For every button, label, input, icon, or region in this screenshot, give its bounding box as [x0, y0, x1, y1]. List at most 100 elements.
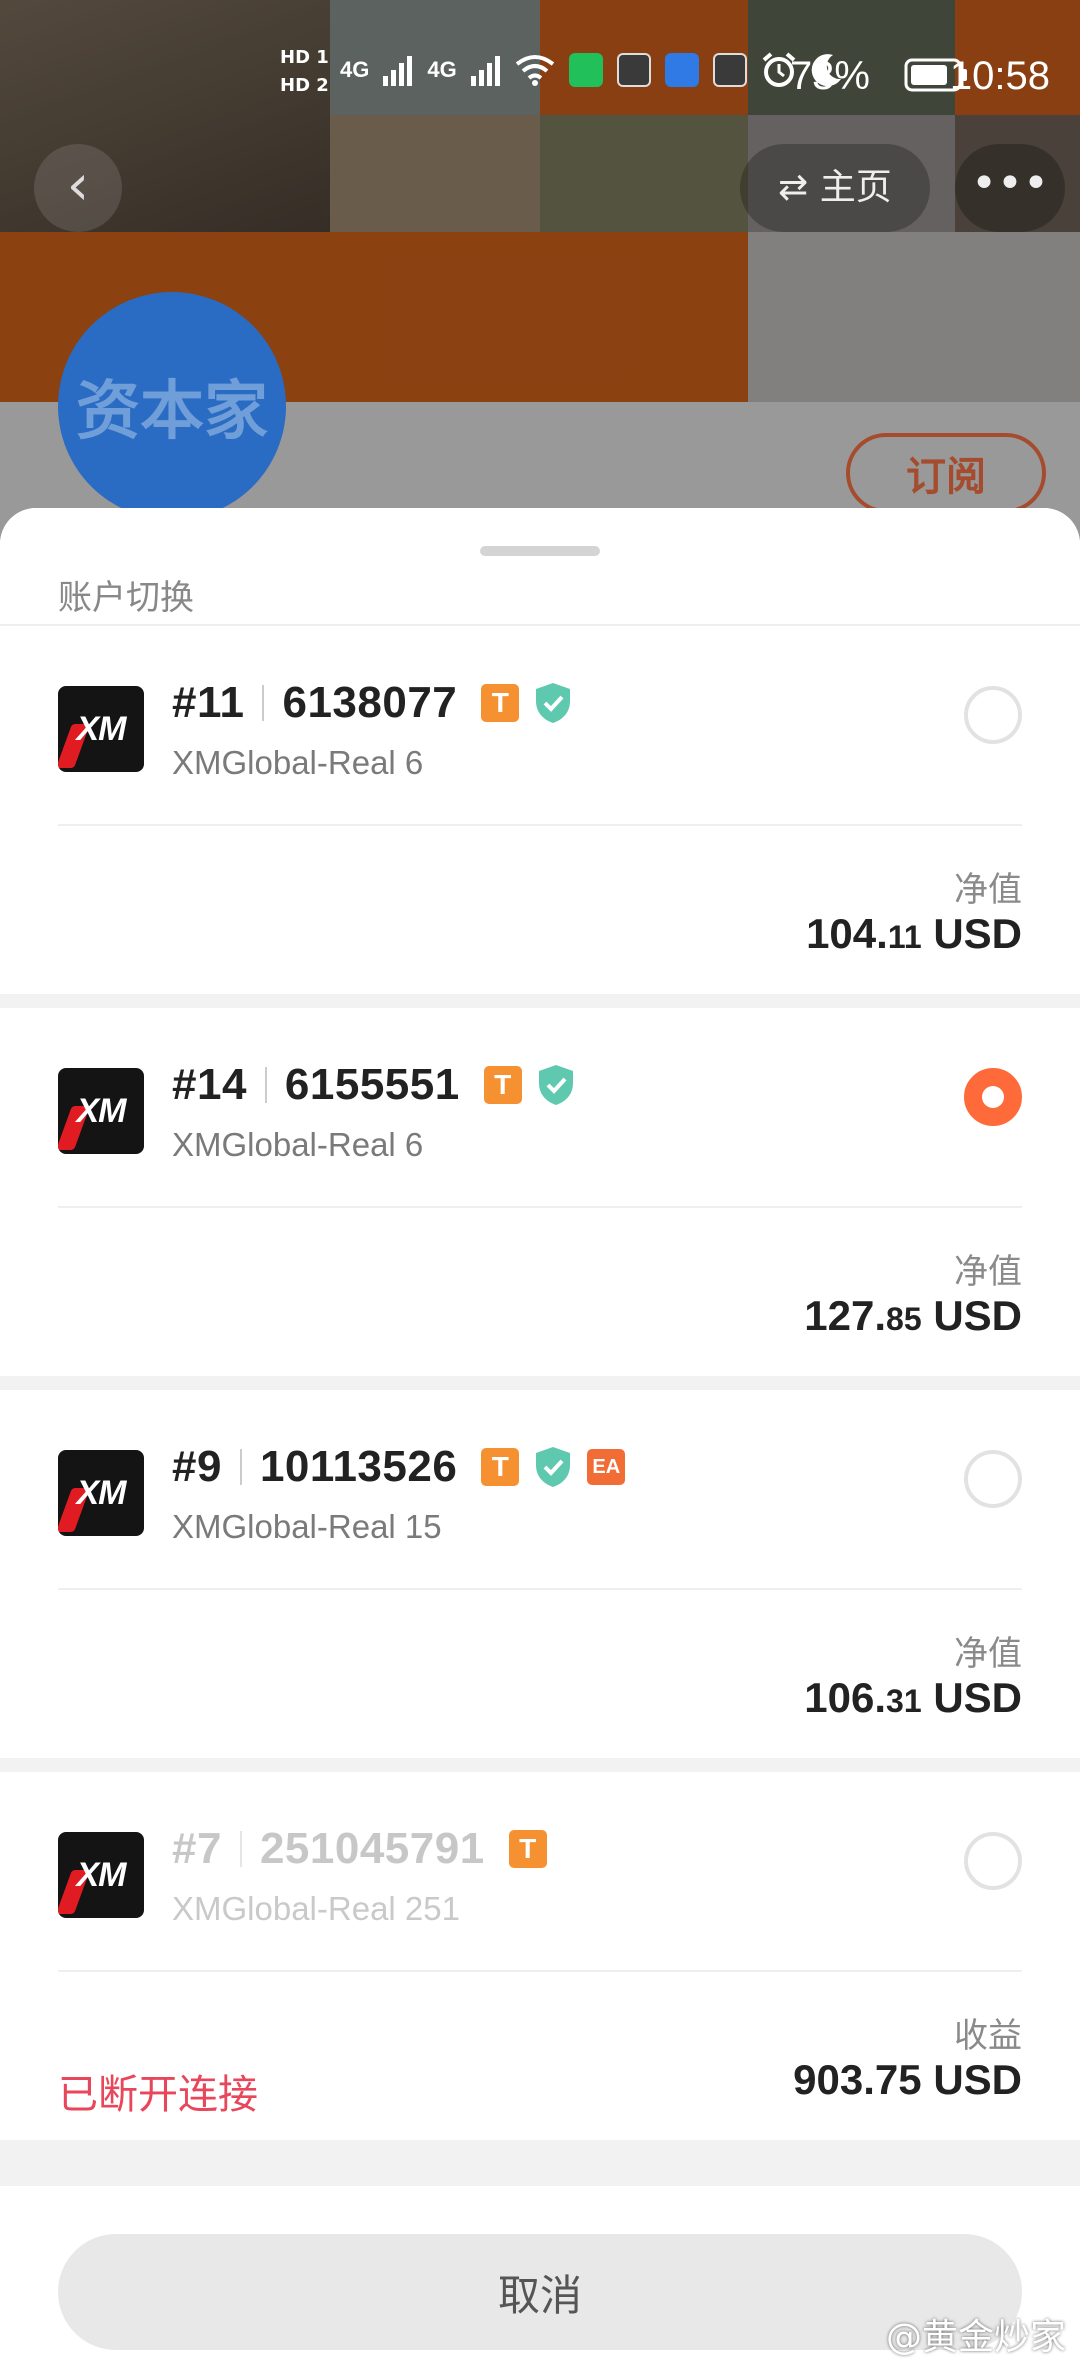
- account-index: #14: [172, 1060, 247, 1109]
- currency: USD: [933, 1292, 1022, 1339]
- title-separator: [239, 1449, 242, 1485]
- signal-icon: [383, 56, 413, 86]
- currency: USD: [933, 910, 1022, 957]
- divider: [58, 1206, 1022, 1208]
- verified-shield-icon: [536, 1447, 571, 1487]
- value-int: 127.: [804, 1292, 887, 1339]
- equity-label: 净值: [954, 1252, 1022, 1292]
- xm-logo-text: XM: [76, 1856, 127, 1894]
- equity-label: 净值: [954, 870, 1022, 910]
- account-index: #11: [172, 678, 245, 727]
- account-card[interactable]: XM #9 10113526 T EA XMGlobal-Real 15 净值 …: [0, 1390, 1080, 1758]
- currency: USD: [933, 2056, 1022, 2103]
- sheet-header: 账户切换: [0, 508, 1080, 626]
- equity-value: 106.31 USD: [804, 1674, 1022, 1722]
- account-radio[interactable]: [964, 1450, 1022, 1508]
- trader-badge: T: [481, 684, 520, 722]
- wifi-icon: [515, 55, 554, 86]
- profit-label: 收益: [954, 2016, 1022, 2056]
- equity-label: 净值: [954, 1634, 1022, 1674]
- account-index: #9: [172, 1442, 222, 1491]
- account-card-disconnected[interactable]: XM #7 251045791 T XMGlobal-Real 251 已断开连…: [0, 1772, 1080, 2140]
- clock: 10:58: [949, 54, 1050, 98]
- verified-shield-icon: [538, 1065, 573, 1105]
- chevron-left-icon: ‹: [66, 153, 90, 218]
- server-name: XMGlobal-Real 15: [172, 1508, 442, 1545]
- value-int: 903.75: [793, 2056, 922, 2103]
- xm-logo: XM: [58, 1068, 144, 1154]
- account-title: #7 251045791 T: [172, 1824, 547, 1874]
- drag-handle[interactable]: [480, 546, 600, 556]
- account-switch-sheet: 账户切换 XM #11 6138077 T XMGlobal-Real 6 净值…: [0, 508, 1080, 2376]
- account-number: 10113526: [259, 1442, 458, 1491]
- soul-app-icon: [616, 53, 651, 87]
- disconnected-status: 已断开连接: [58, 2072, 258, 2118]
- account-index: #7: [172, 1824, 222, 1873]
- profile-header-background: HD 1 HD 2 4G 4G 73% 10:58 ‹ ⇄ 主页 ••• 资本家: [0, 0, 1080, 540]
- ea-badge: EA: [587, 1449, 626, 1485]
- status-icons: 4G 4G: [340, 52, 843, 88]
- signal-icon: [470, 56, 500, 86]
- value-dec: 31: [886, 1683, 922, 1719]
- xm-logo: XM: [58, 1450, 144, 1536]
- account-title: #11 6138077 T: [172, 678, 573, 728]
- account-card[interactable]: XM #11 6138077 T XMGlobal-Real 6 净值 104.…: [0, 626, 1080, 994]
- network-label-1: 4G: [340, 57, 370, 82]
- value-dec: 11: [887, 919, 922, 955]
- currency: USD: [933, 1674, 1022, 1721]
- more-button[interactable]: •••: [955, 144, 1065, 232]
- home-label: 主页: [819, 167, 892, 208]
- equity-value: 127.85 USD: [804, 1292, 1022, 1340]
- account-title: #9 10113526 T EA: [172, 1442, 626, 1492]
- divider: [58, 1970, 1022, 1972]
- hd-badges: HD 1 HD 2: [280, 44, 329, 100]
- battery-percentage: 73%: [789, 54, 870, 98]
- swap-icon: ⇄: [778, 167, 809, 208]
- account-number: 251045791: [259, 1824, 485, 1873]
- watermark: @黄金炒家: [885, 2317, 1066, 2358]
- trader-badge: T: [508, 1830, 547, 1868]
- account-radio[interactable]: [964, 1832, 1022, 1890]
- windows-app-icon: [664, 53, 699, 87]
- xm-logo: XM: [58, 686, 144, 772]
- xm-logo-text: XM: [76, 1092, 127, 1130]
- title-separator: [264, 1067, 267, 1103]
- hd2-label: HD 2: [280, 75, 329, 96]
- equity-value: 104.11 USD: [806, 910, 1022, 958]
- account-card[interactable]: XM #14 6155551 T XMGlobal-Real 6 净值 127.…: [0, 1008, 1080, 1376]
- server-name: XMGlobal-Real 251: [172, 1890, 460, 1927]
- xm-logo-text: XM: [76, 1474, 127, 1512]
- value-int: 104.: [806, 910, 888, 957]
- verified-shield-icon: [536, 683, 571, 723]
- more-dots-icon: •••: [971, 158, 1049, 209]
- account-radio-selected[interactable]: [964, 1068, 1022, 1126]
- value-dec: 85: [886, 1301, 922, 1337]
- xm-logo-text: XM: [76, 710, 127, 748]
- cancel-button[interactable]: 取消: [58, 2234, 1022, 2350]
- soul-app-icon: [712, 53, 747, 87]
- network-label-2: 4G: [427, 57, 457, 82]
- iqiyi-app-icon: [568, 53, 603, 87]
- trader-badge: T: [483, 1066, 522, 1104]
- divider: [58, 1588, 1022, 1590]
- avatar[interactable]: 资本家: [58, 292, 286, 520]
- value-int: 106.: [804, 1674, 887, 1721]
- title-separator: [262, 685, 265, 721]
- account-list: XM #11 6138077 T XMGlobal-Real 6 净值 104.…: [0, 626, 1080, 2140]
- back-button[interactable]: ‹: [34, 144, 122, 232]
- home-button[interactable]: ⇄ 主页: [740, 144, 930, 232]
- title-separator: [239, 1831, 242, 1867]
- hd1-label: HD 1: [280, 47, 329, 68]
- avatar-text: 资本家: [76, 375, 268, 449]
- server-name: XMGlobal-Real 6: [172, 1126, 424, 1163]
- account-number: 6155551: [284, 1060, 460, 1109]
- sheet-title: 账户切换: [58, 578, 194, 618]
- server-name: XMGlobal-Real 6: [172, 744, 424, 781]
- account-title: #14 6155551 T: [172, 1060, 576, 1110]
- account-number: 6138077: [282, 678, 458, 727]
- xm-logo: XM: [58, 1832, 144, 1918]
- account-radio[interactable]: [964, 686, 1022, 744]
- profit-value: 903.75 USD: [793, 2056, 1022, 2104]
- trader-badge: T: [481, 1448, 520, 1486]
- subscribe-button[interactable]: 订阅: [846, 433, 1046, 513]
